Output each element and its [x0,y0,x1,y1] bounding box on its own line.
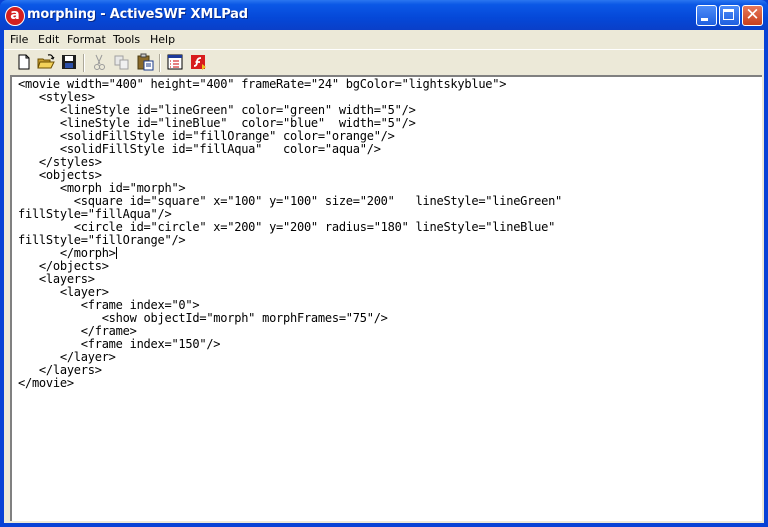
menu-file[interactable]: File [10,33,28,46]
scissors-icon [94,54,105,70]
code-line: fillStyle="fillAqua"/> [18,207,172,221]
copy-icon [114,55,129,70]
menu-bar: File Edit Format Tools Help [4,30,764,49]
list-window-icon [167,54,183,70]
client-area: File Edit Format Tools Help <movie width… [4,30,764,523]
minimize-icon [701,18,708,21]
code-line: <movie width="400" height="400" frameRat… [18,77,507,91]
menu-format[interactable]: Format [67,33,106,46]
window-title: morphing - ActiveSWF XMLPad [27,7,248,22]
new-file-icon [18,54,30,70]
maximize-button[interactable] [719,5,740,26]
code-line: </styles> [18,155,102,169]
code-line: <layers> [18,272,95,286]
open-button[interactable] [36,52,56,72]
code-line: <layer> [18,285,109,299]
title-bar[interactable]: a morphing - ActiveSWF XMLPad ✕ [0,0,768,30]
code-line: <circle id="circle" x="200" y="200" radi… [18,220,556,234]
activeswf-logo-icon[interactable]: a [5,6,25,26]
code-line: <styles> [18,90,95,104]
code-line: </layer> [18,350,116,364]
menu-edit[interactable]: Edit [38,33,59,46]
code-line: fillStyle="fillOrange"/> [18,233,186,247]
save-disk-icon [62,55,76,69]
code-line: <lineStyle id="lineGreen" color="green" … [18,103,416,117]
properties-button[interactable] [165,52,185,72]
code-line: <solidFillStyle id="fillOrange" color="o… [18,129,395,143]
save-button[interactable] [59,52,79,72]
close-button[interactable]: ✕ [742,5,763,26]
code-line: </layers> [18,363,102,377]
code-text[interactable]: <movie width="400" height="400" frameRat… [18,78,562,390]
menu-toolbar-divider [4,49,764,50]
app-window: a morphing - ActiveSWF XMLPad ✕ File Edi… [0,0,768,527]
code-line: </objects> [18,259,109,273]
copy-button[interactable] [112,52,132,72]
code-line: <solidFillStyle id="fillAqua" color="aqu… [18,142,381,156]
cut-button[interactable] [89,52,109,72]
text-caret [115,247,117,259]
code-line: </movie> [18,376,74,390]
code-line: <morph id="morph"> [18,181,186,195]
code-line: </frame> [18,324,137,338]
minimize-button[interactable] [696,5,717,26]
code-line: <objects> [18,168,102,182]
maximize-icon [723,9,734,20]
code-line: </morph> [18,246,116,260]
xml-editor[interactable]: <movie width="400" height="400" frameRat… [10,75,762,521]
close-icon: ✕ [745,5,760,25]
paste-button[interactable] [135,52,155,72]
toolbar-separator [83,54,85,72]
open-folder-icon [37,54,55,69]
code-line: <show objectId="morph" morphFrames="75"/… [18,311,388,325]
code-line: <frame index="150"/> [18,337,221,351]
toolbar-separator [159,54,161,72]
menu-help[interactable]: Help [150,33,175,46]
code-line: <lineStyle id="lineBlue" color="blue" wi… [18,116,416,130]
flash-icon [191,55,206,70]
compile-flash-button[interactable] [188,52,208,72]
code-line: <frame index="0"> [18,298,200,312]
code-line: <square id="square" x="100" y="100" size… [18,194,563,208]
menu-tools[interactable]: Tools [113,33,140,46]
paste-clipboard-icon [137,53,154,71]
new-button[interactable] [14,52,34,72]
